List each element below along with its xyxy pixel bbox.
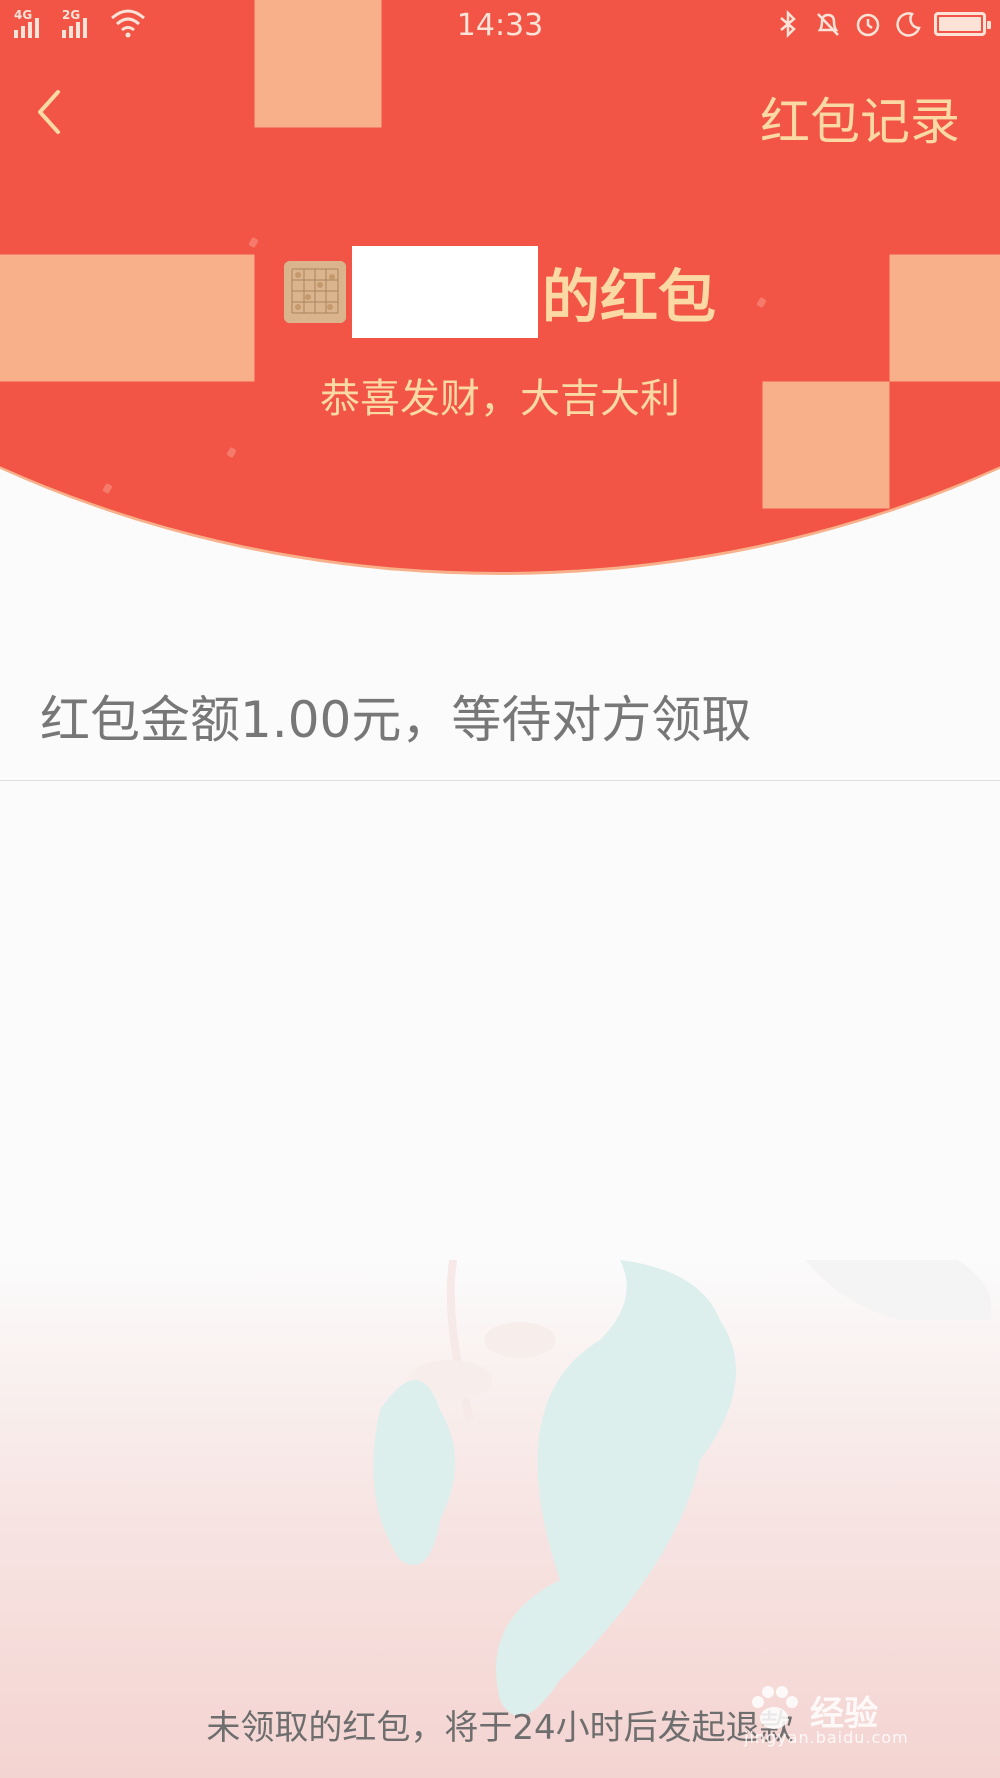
packet-title-suffix: 的红包 (541, 263, 716, 331)
battery-icon (934, 12, 991, 36)
chess-board-avatar-icon (283, 261, 346, 323)
back-button[interactable] (30, 80, 70, 140)
watermark-site: jingyan.baidu.com (744, 1728, 909, 1747)
sender-title-row: 的红包 (0, 246, 1000, 338)
alarm-clock-icon (856, 13, 880, 37)
paw-logo-icon (752, 1686, 798, 1729)
bluetooth-icon (780, 10, 796, 38)
red-packet-header: 红包记录 的红包 恭喜发财，大吉大利 (0, 0, 1000, 580)
do-not-disturb-moon-icon (896, 12, 921, 37)
red-packet-records-link[interactable]: 红包记录 (760, 82, 960, 154)
baidu-jingyan-watermark: 经验 jingyan.baidu.com (740, 1680, 940, 1750)
chevron-left-icon (38, 90, 60, 134)
amount-status-row: 红包金额1.00元，等待对方领取 (0, 640, 1000, 781)
amount-status-text: 红包金额1.00元，等待对方领取 (40, 691, 752, 749)
bell-muted-icon (817, 13, 839, 36)
sender-avatar[interactable] (283, 261, 346, 323)
redacted-sender-name (351, 246, 538, 338)
greeting-message: 恭喜发财，大吉大利 (320, 376, 680, 422)
status-bar: 4G 2G 14:33 (0, 0, 1000, 52)
